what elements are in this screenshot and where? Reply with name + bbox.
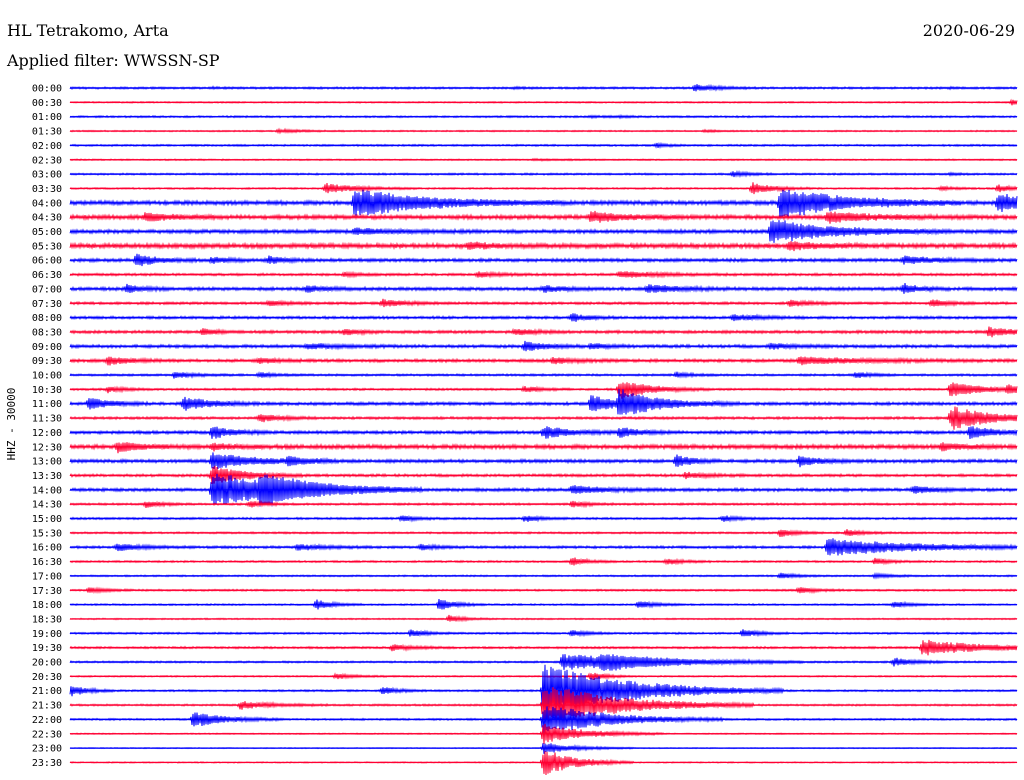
time-tick-label: 19:00 [32,629,62,640]
time-tick-label: 05:00 [32,227,62,238]
y-axis-label: HHZ - 30000 [5,388,18,461]
time-tick-label: 01:30 [32,127,62,138]
time-tick-label: 15:00 [32,514,62,525]
time-tick-label: 21:30 [32,701,62,712]
time-tick-label: 06:30 [32,270,62,281]
record-date: 2020-06-29 [923,21,1015,40]
time-tick-label: 07:30 [32,299,62,310]
time-tick-label: 20:00 [32,658,62,669]
time-tick-label: 12:00 [32,428,62,439]
time-tick-label: 11:00 [32,399,62,410]
time-tick-label: 07:00 [32,284,62,295]
time-tick-label: 06:00 [32,256,62,267]
trace-row-1830 [69,614,1018,623]
time-tick-label: 22:30 [32,729,62,740]
time-tick-label: 18:30 [32,614,62,625]
time-tick-label: 04:30 [32,213,62,224]
trace-row-1100 [69,389,1018,415]
time-tick-labels: 00:00 00:30 01:00 01:30 02:00 02:30 03:00 03:30… [32,84,62,769]
filter-label: Applied filter: WWSSN-SP [6,51,220,70]
time-tick-label: 02:00 [32,141,62,152]
time-tick-label: 16:00 [32,543,62,554]
time-tick-label: 08:30 [32,327,62,338]
time-tick-label: 21:00 [32,686,62,697]
time-tick-label: 12:30 [32,442,62,453]
time-tick-label: 20:30 [32,672,62,683]
trace-row-1230 [69,442,1018,454]
time-tick-label: 19:30 [32,643,62,654]
time-tick-label: 13:30 [32,471,62,482]
time-tick-label: 02:30 [32,155,62,166]
time-tick-label: 16:30 [32,557,62,568]
time-tick-label: 14:00 [32,485,62,496]
time-tick-label: 08:00 [32,313,62,324]
time-tick-label: 05:30 [32,241,62,252]
time-tick-label: 00:00 [32,84,62,95]
station-title: HL Tetrakomo, Arta [7,21,169,40]
time-tick-label: 15:30 [32,528,62,539]
time-tick-label: 00:30 [32,98,62,109]
time-tick-label: 04:00 [32,198,62,209]
time-tick-label: 13:00 [32,457,62,468]
time-tick-label: 01:00 [32,112,62,123]
time-tick-label: 10:00 [32,371,62,382]
trace-row-2330 [69,751,1018,776]
time-tick-label: 17:00 [32,571,62,582]
time-tick-label: 14:30 [32,500,62,511]
time-tick-label: 03:30 [32,184,62,195]
time-tick-label: 10:30 [32,385,62,396]
time-tick-label: 23:30 [32,758,62,769]
time-tick-label: 09:30 [32,356,62,367]
time-tick-label: 11:30 [32,414,62,425]
time-tick-label: 18:00 [32,600,62,611]
trace-row-1030 [69,382,1018,399]
helicorder-chart: HL Tetrakomo, Arta 2020-06-29 Applied fi… [5,21,1018,776]
time-tick-label: 23:00 [32,744,62,755]
seismic-traces [69,83,1018,776]
time-tick-label: 17:30 [32,586,62,597]
time-tick-label: 03:00 [32,170,62,181]
time-tick-label: 22:00 [32,715,62,726]
time-tick-label: 09:00 [32,342,62,353]
